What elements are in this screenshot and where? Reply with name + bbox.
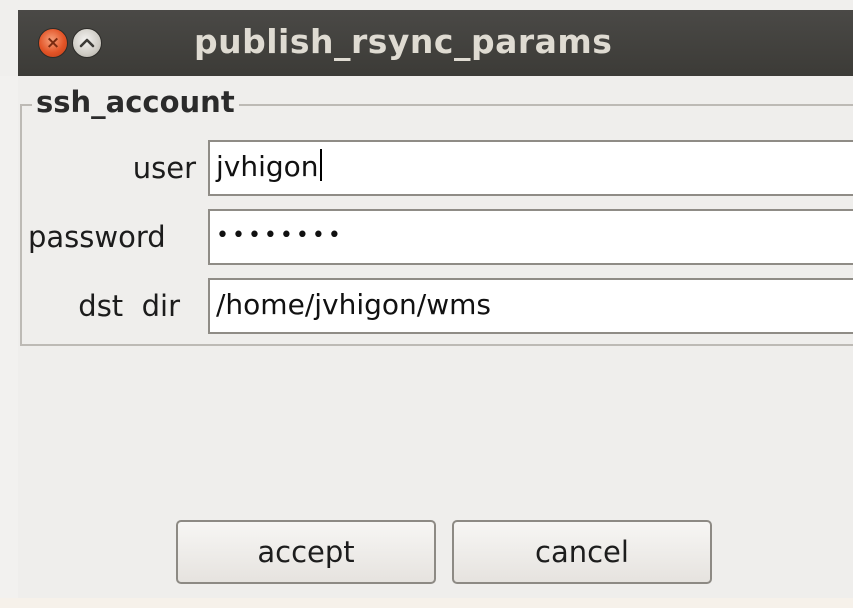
close-button[interactable]: × bbox=[38, 28, 68, 58]
left-edge bbox=[0, 76, 18, 608]
maximize-icon bbox=[79, 38, 95, 48]
close-icon: × bbox=[45, 33, 61, 53]
user-label: user bbox=[132, 151, 196, 185]
dst-dir-input[interactable]: /home/jvhigon/wms bbox=[208, 278, 853, 334]
password-input[interactable]: •••••••• bbox=[208, 209, 853, 265]
window-title: publish_rsync_params bbox=[194, 22, 613, 61]
title-bar[interactable]: × publish_rsync_params bbox=[18, 10, 853, 76]
maximize-button[interactable] bbox=[72, 28, 102, 58]
top-edge bbox=[0, 0, 853, 10]
password-label: password bbox=[28, 220, 166, 254]
dialog-window: × publish_rsync_params ssh_account user … bbox=[0, 0, 853, 608]
dst-dir-label: dst dir bbox=[78, 289, 180, 323]
accept-button[interactable]: accept bbox=[176, 520, 436, 584]
user-input[interactable]: jvhigon bbox=[208, 140, 853, 196]
text-caret bbox=[319, 149, 322, 181]
group-legend: ssh_account bbox=[32, 84, 239, 120]
bottom-edge bbox=[0, 598, 853, 608]
cancel-button[interactable]: cancel bbox=[452, 520, 712, 584]
user-value: jvhigon bbox=[216, 150, 319, 183]
